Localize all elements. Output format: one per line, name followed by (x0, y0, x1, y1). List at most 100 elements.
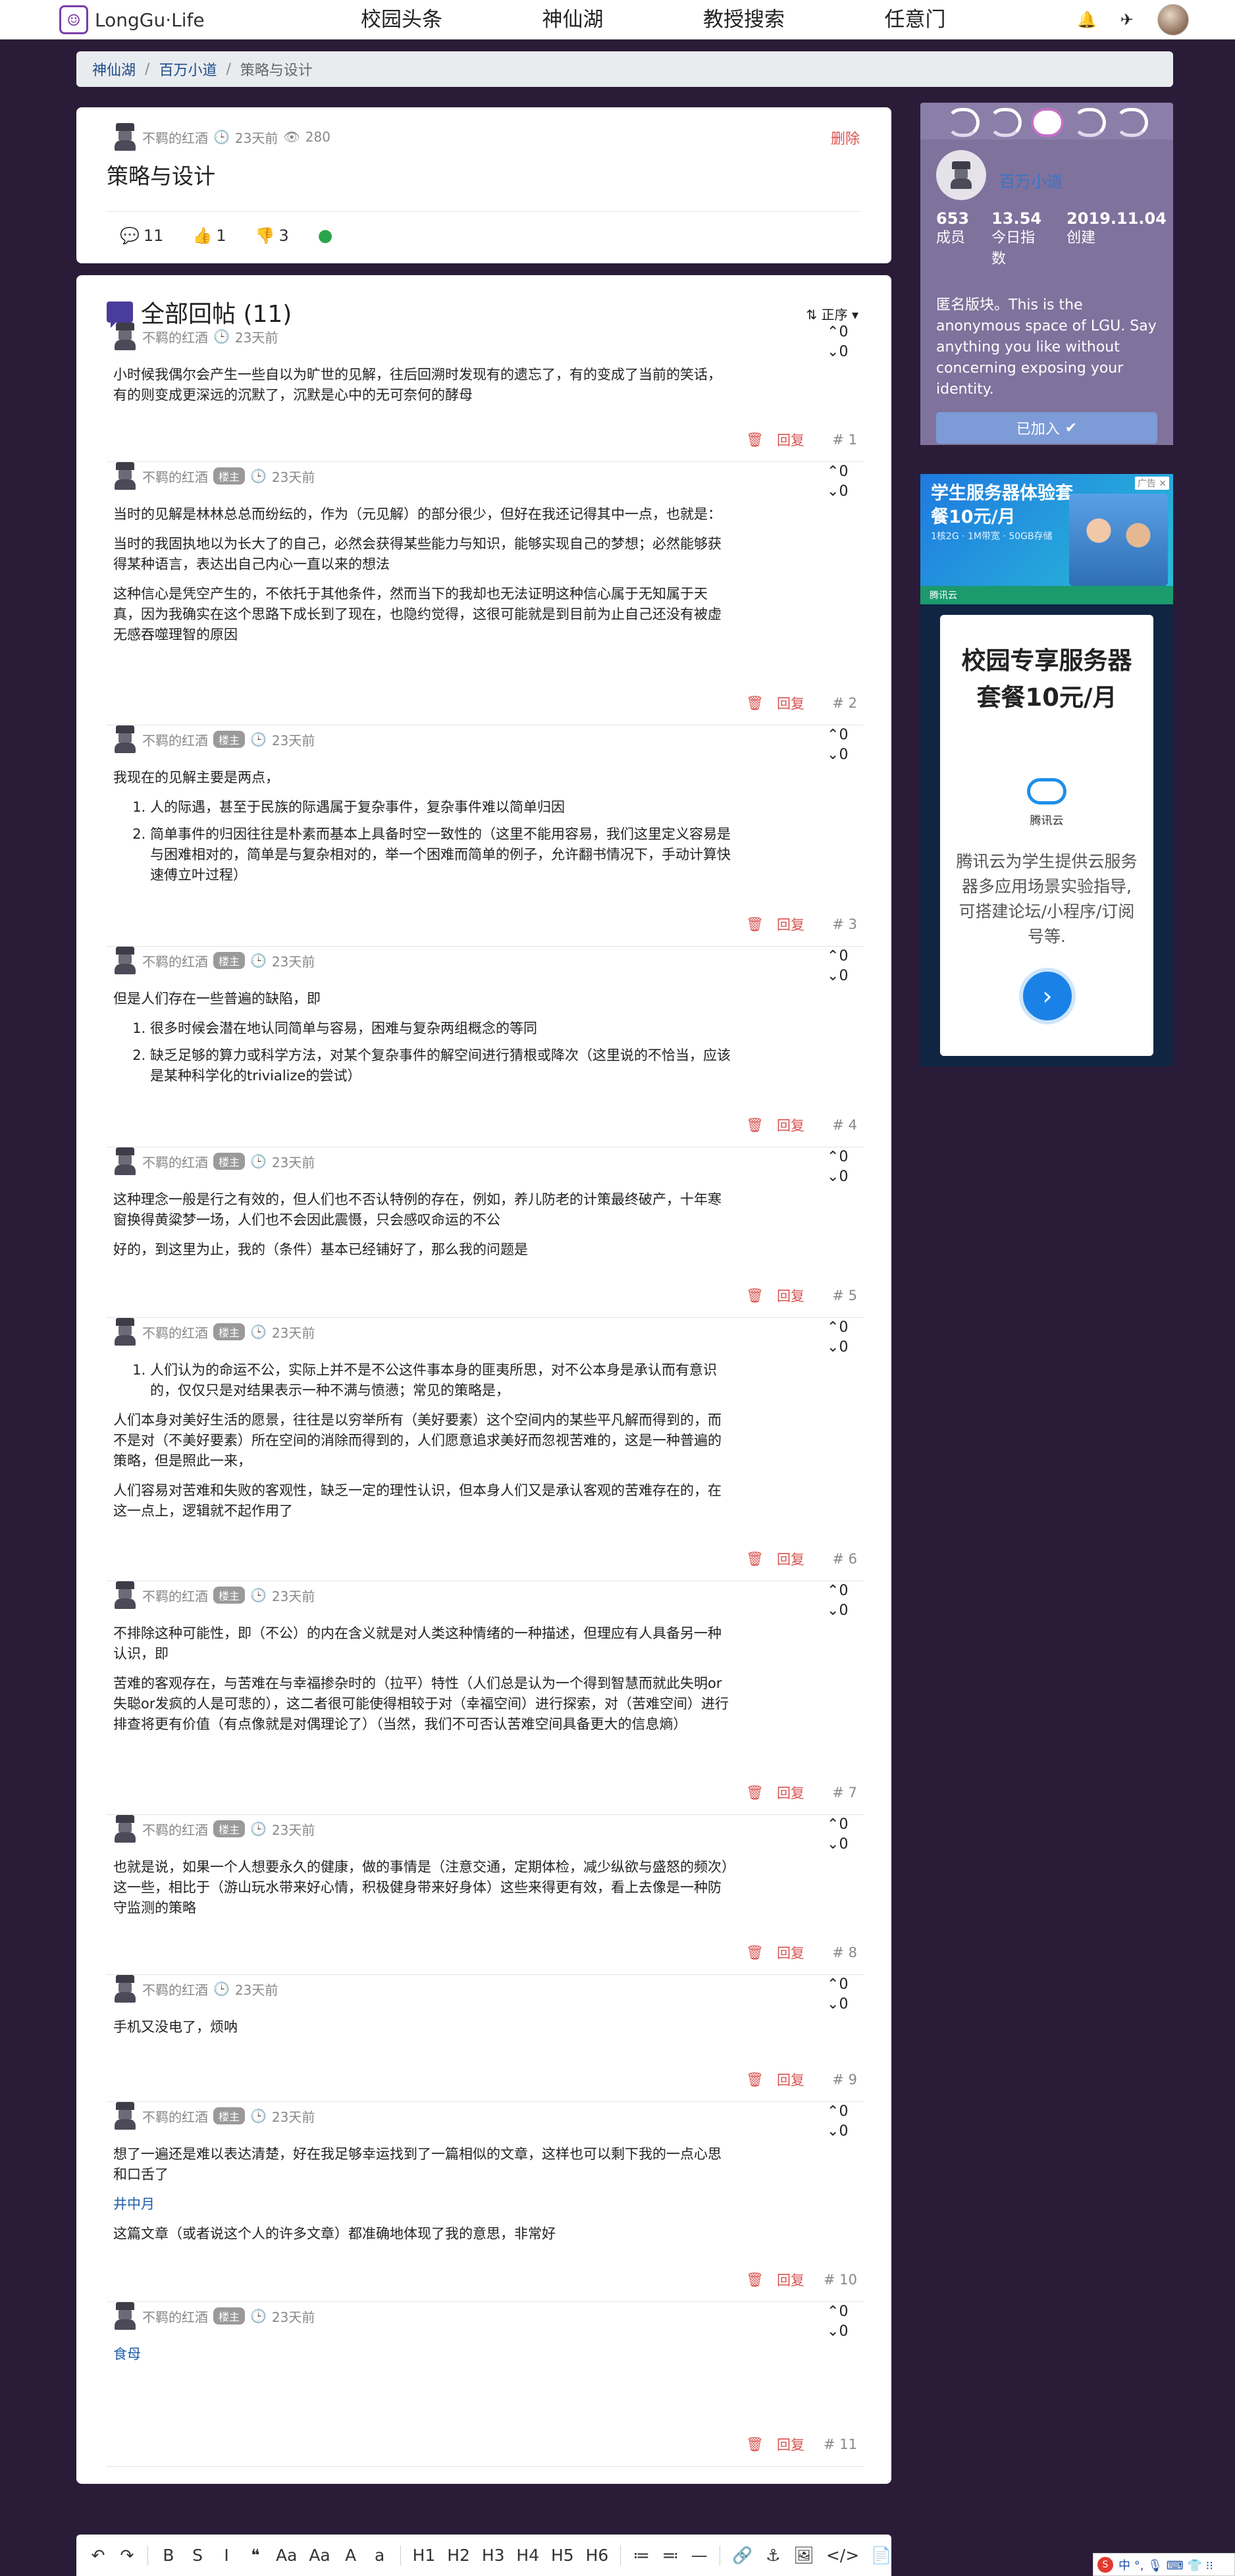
board-ring-icon[interactable] (947, 108, 980, 137)
board-ring-icon-active[interactable] (1031, 108, 1064, 137)
reply-author[interactable]: 不羁的红酒 (142, 1980, 208, 1999)
upvote-button[interactable]: ⌃0 (827, 1975, 857, 1995)
file-icon[interactable]: 📄 (871, 2546, 891, 2565)
lowercase-icon[interactable]: a (371, 2546, 388, 2565)
downvote-button[interactable]: ⌄0 (827, 2322, 857, 2342)
reply-author[interactable]: 不羁的红酒 (142, 1152, 208, 1171)
heading4-button[interactable]: H4 (516, 2546, 539, 2565)
reply-button[interactable]: 回复 (777, 2070, 804, 2090)
reply-button[interactable]: 回复 (777, 1943, 804, 1962)
post-author[interactable]: 不羁的红酒 (142, 128, 208, 147)
board-ring-icon[interactable] (1073, 108, 1106, 137)
share-wechat-button[interactable]: ● (318, 226, 333, 246)
downvote-button[interactable]: ⌄0 (827, 966, 857, 986)
case-icon[interactable]: Aa (309, 2546, 330, 2565)
reply-link[interactable]: 食母 (113, 2346, 141, 2362)
strikethrough-icon[interactable]: S (189, 2546, 206, 2565)
reply-author[interactable]: 不羁的红酒 (142, 951, 208, 970)
reply-button[interactable]: 回复 (777, 1783, 804, 1802)
comment-count-button[interactable]: 💬 11 (120, 226, 163, 246)
delete-button[interactable]: 删除 (831, 127, 860, 148)
reply-author[interactable]: 不羁的红酒 (142, 2107, 208, 2126)
trash-icon[interactable]: 🗑 (746, 432, 764, 448)
trash-icon[interactable]: 🗑 (746, 695, 764, 712)
ime-status[interactable]: 中 °, 🎙 ⌨ 👕 ⁝⁝ (1118, 2556, 1213, 2573)
anchor-icon[interactable]: ⚓ (764, 2546, 781, 2565)
heading6-button[interactable]: H6 (586, 2546, 609, 2565)
redo-icon[interactable]: ↷ (118, 2546, 136, 2565)
code-icon[interactable]: </> (826, 2546, 859, 2565)
dislike-button[interactable]: 👎 3 (255, 226, 289, 246)
quote-icon[interactable]: ❝ (247, 2546, 264, 2565)
upvote-button[interactable]: ⌃0 (827, 2102, 857, 2122)
downvote-button[interactable]: ⌄0 (827, 1995, 857, 2014)
bullet-list-icon[interactable]: ≔ (633, 2546, 650, 2565)
trash-icon[interactable]: 🗑 (746, 2272, 764, 2288)
reply-button[interactable]: 回复 (777, 1115, 804, 1135)
arrow-right-icon[interactable]: › (1019, 968, 1076, 1024)
downvote-button[interactable]: ⌄0 (827, 1601, 857, 1621)
ordered-list-icon[interactable]: ≕ (662, 2546, 679, 2565)
reply-author[interactable]: 不羁的红酒 (142, 1586, 208, 1605)
bell-icon[interactable]: 🔔 (1077, 11, 1097, 29)
font-size-icon[interactable]: Aa (276, 2546, 297, 2565)
reply-author[interactable]: 不羁的红酒 (142, 2307, 208, 2326)
reply-button[interactable]: 回复 (777, 1286, 804, 1305)
ime-logo-icon[interactable]: S (1097, 2556, 1113, 2573)
reply-author[interactable]: 不羁的红酒 (142, 1820, 208, 1839)
horizontal-rule-icon[interactable]: — (691, 2546, 708, 2565)
heading1-button[interactable]: H1 (413, 2546, 436, 2565)
image-icon[interactable]: 🖼 (793, 2546, 814, 2565)
nav-link-headlines[interactable]: 校园头条 (316, 0, 487, 39)
upvote-button[interactable]: ⌃0 (827, 2302, 857, 2322)
reply-author[interactable]: 不羁的红酒 (142, 467, 208, 486)
joined-button[interactable]: 已加入 ✔ (936, 412, 1157, 444)
italic-icon[interactable]: I (218, 2546, 235, 2565)
user-avatar[interactable] (1157, 4, 1189, 36)
community-name[interactable]: 百万小道 (999, 169, 1063, 192)
trash-icon[interactable]: 🗑 (746, 1551, 764, 1567)
nav-link-portal[interactable]: 任意门 (829, 0, 1001, 39)
trash-icon[interactable]: 🗑 (746, 1117, 764, 1134)
heading2-button[interactable]: H2 (447, 2546, 470, 2565)
downvote-button[interactable]: ⌄0 (827, 745, 857, 765)
trash-icon[interactable]: 🗑 (746, 2072, 764, 2088)
reply-link[interactable]: 井中月 (113, 2196, 155, 2212)
reply-button[interactable]: 回复 (777, 914, 804, 934)
reply-button[interactable]: 回复 (777, 2270, 804, 2290)
reply-author[interactable]: 不羁的红酒 (142, 327, 208, 346)
send-icon[interactable]: ✈ (1120, 11, 1134, 29)
undo-icon[interactable]: ↶ (90, 2546, 107, 2565)
upvote-button[interactable]: ⌃0 (827, 1581, 857, 1601)
downvote-button[interactable]: ⌄0 (827, 1835, 857, 1854)
advertisement[interactable]: 学生服务器体验套餐10元/月 1核2G · 1M带宽 · 50GB存储 广告 ✕… (920, 474, 1173, 1066)
upvote-button[interactable]: ⌃0 (827, 1318, 857, 1338)
board-ring-icon[interactable] (1115, 108, 1148, 137)
trash-icon[interactable]: 🗑 (746, 916, 764, 933)
downvote-button[interactable]: ⌄0 (827, 342, 857, 362)
downvote-button[interactable]: ⌄0 (827, 1167, 857, 1187)
board-ring-icon[interactable] (989, 108, 1022, 137)
trash-icon[interactable]: 🗑 (746, 1288, 764, 1304)
reply-author[interactable]: 不羁的红酒 (142, 1323, 208, 1342)
like-button[interactable]: 👍 1 (192, 226, 226, 246)
nav-link-lake[interactable]: 神仙湖 (487, 0, 658, 39)
upvote-button[interactable]: ⌃0 (827, 725, 857, 745)
reply-button[interactable]: 回复 (777, 1549, 804, 1569)
nav-link-professor-search[interactable]: 教授搜索 (658, 0, 829, 39)
heading5-button[interactable]: H5 (551, 2546, 574, 2565)
reply-button[interactable]: 回复 (777, 2434, 804, 2454)
bold-icon[interactable]: B (160, 2546, 177, 2565)
downvote-button[interactable]: ⌄0 (827, 1338, 857, 1357)
upvote-button[interactable]: ⌃0 (827, 947, 857, 966)
brand[interactable]: ☺ LongGu·Life (59, 0, 205, 39)
sort-dropdown[interactable]: ⇅ 正序 ▾ (806, 304, 858, 323)
downvote-button[interactable]: ⌄0 (827, 482, 857, 502)
upvote-button[interactable]: ⌃0 (827, 323, 857, 342)
reply-button[interactable]: 回复 (777, 693, 804, 713)
trash-icon[interactable]: 🗑 (746, 2436, 764, 2453)
upvote-button[interactable]: ⌃0 (827, 1815, 857, 1835)
uppercase-icon[interactable]: A (342, 2546, 359, 2565)
link-icon[interactable]: 🔗 (732, 2546, 752, 2565)
ad-badge[interactable]: 广告 ✕ (1134, 477, 1169, 490)
